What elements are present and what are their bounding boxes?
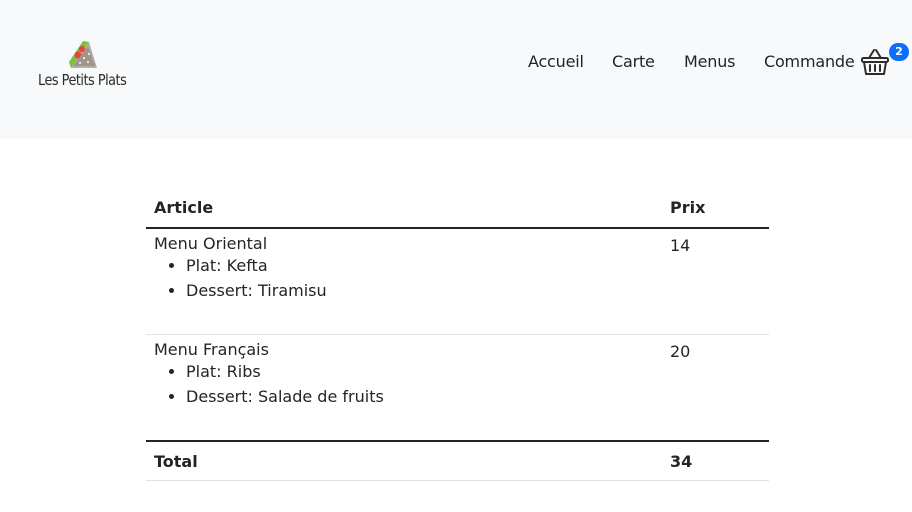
table-row: Menu Oriental Plat: Kefta Dessert: Tiram… xyxy=(146,228,769,335)
table-header-row: Article Prix xyxy=(146,192,769,229)
article-cell: Menu Français Plat: Ribs Dessert: Salade… xyxy=(146,334,662,442)
navbar: Les Petits Plats Accueil Carte Menus Com… xyxy=(0,0,912,139)
item-price: 20 xyxy=(662,334,769,442)
cart-count-badge: 2 xyxy=(889,43,909,61)
total-row: Total 34 xyxy=(146,441,769,481)
nav-link-accueil[interactable]: Accueil xyxy=(528,52,584,71)
item-dessert: Dessert: Salade de fruits xyxy=(186,386,654,408)
item-details: Plat: Kefta Dessert: Tiramisu xyxy=(154,255,654,302)
total-label: Total xyxy=(146,441,662,481)
item-plat: Plat: Ribs xyxy=(186,361,654,383)
nav-link-commande[interactable]: Commande xyxy=(764,52,855,71)
item-name: Menu Oriental xyxy=(154,234,268,253)
brand-logo-link[interactable]: Les Petits Plats xyxy=(37,38,147,98)
item-details: Plat: Ribs Dessert: Salade de fruits xyxy=(154,361,654,408)
total-value: 34 xyxy=(662,441,769,481)
header-price: Prix xyxy=(662,192,769,229)
item-name: Menu Français xyxy=(154,340,269,359)
header-article: Article xyxy=(146,192,662,229)
item-price: 14 xyxy=(662,228,769,335)
table-row: Menu Français Plat: Ribs Dessert: Salade… xyxy=(146,334,769,442)
nav-link-menus[interactable]: Menus xyxy=(684,52,735,71)
sandwich-icon xyxy=(69,41,97,68)
item-dessert: Dessert: Tiramisu xyxy=(186,280,654,302)
nav-link-carte[interactable]: Carte xyxy=(612,52,655,71)
article-cell: Menu Oriental Plat: Kefta Dessert: Tiram… xyxy=(146,228,662,335)
item-plat: Plat: Kefta xyxy=(186,255,654,277)
basket-icon xyxy=(861,49,889,75)
order-table: Article Prix Menu Oriental Plat: Kefta D… xyxy=(146,192,769,481)
brand-name: Les Petits Plats xyxy=(38,71,127,89)
